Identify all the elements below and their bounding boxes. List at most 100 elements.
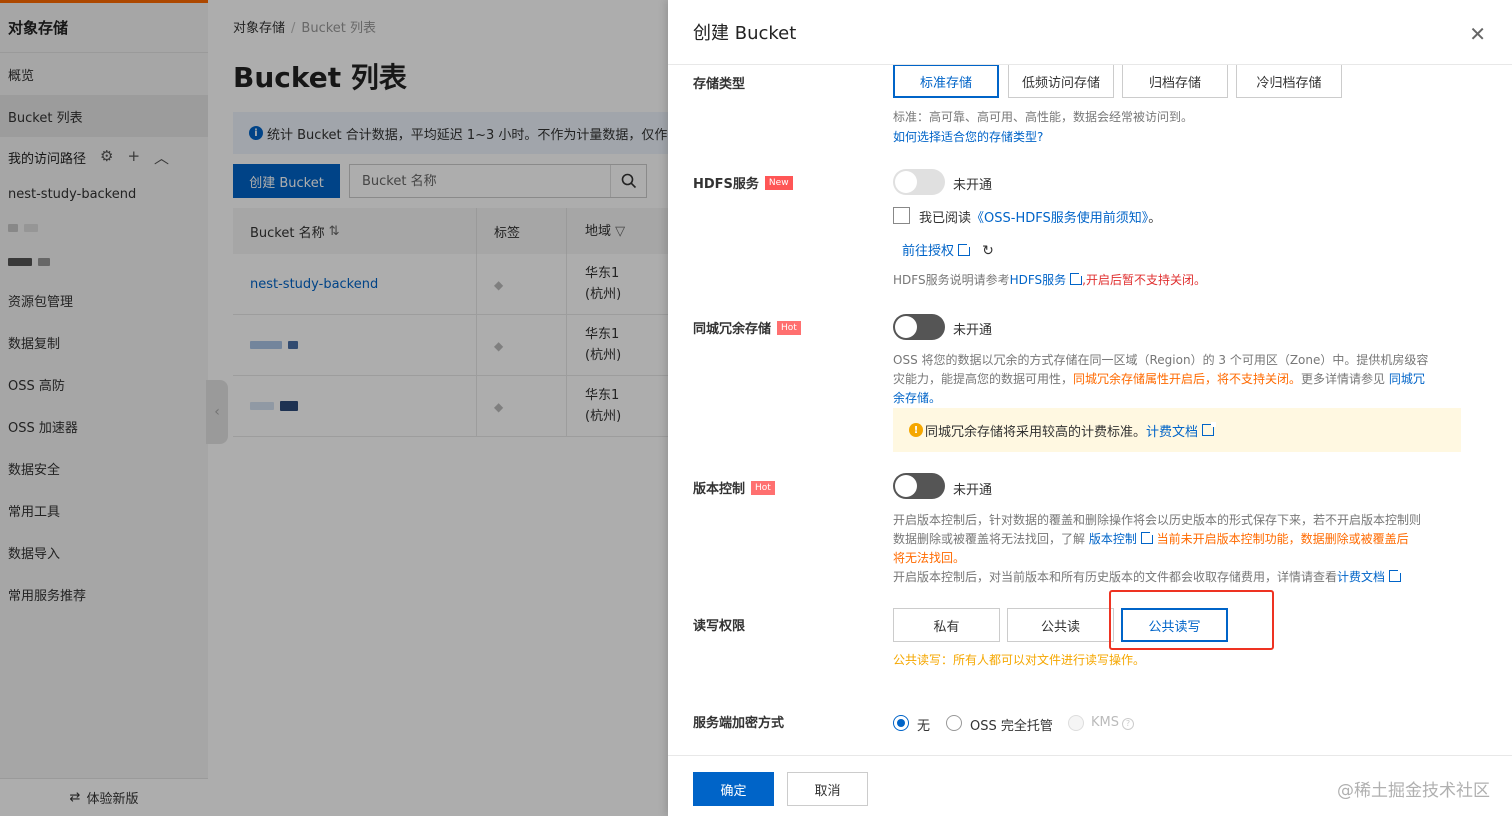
- stats-notice: i 统计 Bucket 合计数据，平均延迟 1~3 小时。不作为计量数据，仅作参: [233, 112, 668, 154]
- encryption-radio-oss-managed-label: OSS 完全托管: [970, 719, 1053, 734]
- bucket-table: Bucket 名称 ⇅ 标签 地域 ▽ nest-study-backend ◆ …: [233, 208, 668, 437]
- close-icon[interactable]: ✕: [1469, 22, 1486, 46]
- acl-option-private[interactable]: 私有: [893, 608, 1000, 642]
- versioning-doc-link[interactable]: 版本控制: [1089, 532, 1137, 546]
- sidebar-item-recommended-services[interactable]: 常用服务推荐: [0, 573, 208, 615]
- confirm-button[interactable]: 确定: [693, 772, 774, 806]
- sidebar-item-overview[interactable]: 概览: [0, 53, 208, 95]
- bucket-name-link[interactable]: [250, 341, 282, 349]
- region-text: 华东1: [585, 388, 620, 403]
- new-badge: New: [764, 175, 793, 190]
- tag-icon[interactable]: ◆: [494, 278, 506, 292]
- redundancy-label: 同城冗余存储 Hot: [693, 318, 801, 337]
- gear-icon[interactable]: ⚙: [100, 147, 113, 168]
- tag-icon[interactable]: ◆: [494, 400, 506, 414]
- toggle-knob: [895, 171, 917, 193]
- hdfs-label-text: HDFS服务: [693, 177, 759, 192]
- bucket-name-link[interactable]: [250, 402, 274, 410]
- hdfs-doc-link[interactable]: HDFS服务: [1010, 273, 1067, 287]
- acl-label: 读写权限: [693, 619, 746, 634]
- sidebar-item-common-tools[interactable]: 常用工具: [0, 489, 208, 531]
- breadcrumb-item[interactable]: 对象存储: [233, 21, 285, 36]
- sort-icon[interactable]: ⇅: [329, 224, 340, 239]
- column-header-region[interactable]: 地域 ▽: [567, 221, 668, 242]
- info-icon: i: [249, 126, 263, 140]
- encryption-radio-none[interactable]: [893, 715, 909, 731]
- warning-icon: !: [909, 423, 923, 437]
- billing-doc-link[interactable]: 计费文档: [1337, 570, 1385, 584]
- sidebar: 对象存储 概览 Bucket 列表 我的访问路径 ⚙ + ︿ nest-stud…: [0, 0, 208, 816]
- watermark: @稀土掘金技术社区: [1337, 781, 1490, 801]
- create-bucket-drawer: 创建 Bucket ✕ 存储类型 标准存储 低频访问存储 归档存储 冷归档存储 …: [668, 0, 1512, 816]
- encryption-radio-none-label: 无: [917, 719, 931, 734]
- app-root: 对象存储 概览 Bucket 列表 我的访问路径 ⚙ + ︿ nest-stud…: [0, 0, 1512, 816]
- billing-doc-link[interactable]: 计费文档: [1146, 421, 1198, 440]
- storage-option-ia[interactable]: 低频访问存储: [1008, 65, 1114, 98]
- bucket-name-link[interactable]: nest-study-backend: [250, 277, 378, 292]
- sidebar-item-data-import[interactable]: 数据导入: [0, 531, 208, 573]
- tag-icon[interactable]: ◆: [494, 339, 506, 353]
- column-header-label: 地域: [585, 223, 612, 239]
- cancel-button[interactable]: 取消: [787, 772, 868, 806]
- external-link-icon[interactable]: [958, 242, 973, 256]
- sidebar-item-resource-pack[interactable]: 资源包管理: [0, 279, 208, 321]
- storage-type-help: 如何选择适合您的存储类型?: [893, 128, 1043, 147]
- encryption-radio-oss-managed[interactable]: [946, 715, 962, 731]
- encryption-radio-kms: [1068, 715, 1084, 731]
- hdfs-agreement-link[interactable]: 《OSS-HDFS服务使用前须知》: [971, 211, 1148, 226]
- storage-option-cold-archive[interactable]: 冷归档存储: [1236, 65, 1342, 98]
- storage-option-archive[interactable]: 归档存储: [1122, 65, 1228, 98]
- help-icon[interactable]: ?: [1122, 718, 1134, 730]
- sidebar-item-data-security[interactable]: 数据安全: [0, 447, 208, 489]
- sidebar-item-data-replication[interactable]: 数据复制: [0, 321, 208, 363]
- authorize-link[interactable]: 前往授权: [902, 244, 954, 259]
- redundancy-doc-link-cont[interactable]: 余存储。: [893, 391, 941, 405]
- chevron-up-icon[interactable]: ︿: [154, 147, 169, 168]
- hdfs-agreement-text: 我已阅读《OSS-HDFS服务使用前须知》。: [919, 207, 1161, 226]
- redundancy-hint: OSS 将您的数据以冗余的方式存储在同一区域（Region）的 3 个可用区（Z…: [893, 351, 1468, 408]
- redundancy-hint-line: 更多详情请参见: [1301, 372, 1389, 386]
- external-link-icon[interactable]: [1202, 422, 1217, 436]
- acl-option-public-read[interactable]: 公共读: [1007, 608, 1114, 642]
- acl-hint: 公共读写：所有人都可以对文件进行读写操作。: [893, 653, 1146, 667]
- external-link-icon[interactable]: [1389, 568, 1404, 582]
- redacted-block: [288, 341, 298, 349]
- breadcrumb: 对象存储 / Bucket 列表: [233, 21, 377, 36]
- create-bucket-button[interactable]: 创建 Bucket: [233, 164, 340, 198]
- redundancy-billing-warning: ! 同城冗余存储将采用较高的计费标准。 计费文档: [893, 408, 1461, 452]
- sidebar-group-label: 我的访问路径: [8, 151, 87, 167]
- storage-option-standard[interactable]: 标准存储: [893, 65, 999, 98]
- external-link-icon[interactable]: [1070, 271, 1085, 285]
- redundancy-toggle[interactable]: [893, 314, 945, 340]
- bucket-search-input[interactable]: [350, 165, 610, 197]
- hdfs-agreement-label: 我已阅读: [919, 211, 972, 226]
- versioning-status: 未开通: [953, 483, 993, 498]
- redundancy-status: 未开通: [953, 323, 993, 338]
- sidebar-item-nest-study-backend[interactable]: nest-study-backend: [0, 177, 208, 211]
- sidebar-item-redacted-1[interactable]: [0, 211, 208, 245]
- hdfs-agreement-checkbox[interactable]: [893, 207, 910, 224]
- search-icon[interactable]: [610, 165, 646, 197]
- stats-notice-text: 统计 Bucket 合计数据，平均延迟 1~3 小时。不作为计量数据，仅作参: [267, 127, 668, 143]
- hdfs-hint: HDFS服务说明请参考HDFS服务 ,开启后暂不支持关闭。: [893, 271, 1206, 290]
- redacted-block: [280, 401, 298, 411]
- filter-icon[interactable]: ▽: [615, 224, 625, 239]
- sidebar-item-redacted-2[interactable]: [0, 245, 208, 279]
- sidebar-item-oss-ddos[interactable]: OSS 高防: [0, 363, 208, 405]
- sidebar-collapse-handle[interactable]: ‹: [206, 380, 228, 444]
- hdfs-toggle[interactable]: [893, 169, 945, 195]
- sidebar-item-bucket-list[interactable]: Bucket 列表: [0, 95, 208, 137]
- redundancy-doc-link[interactable]: 同城冗: [1389, 372, 1425, 386]
- redundancy-label-text: 同城冗余存储: [693, 322, 772, 337]
- drawer-footer: 确定 取消 @稀土掘金技术社区: [668, 755, 1512, 816]
- sidebar-group-access-path[interactable]: 我的访问路径 ⚙ + ︿: [0, 137, 208, 177]
- refresh-icon[interactable]: ↻: [982, 243, 994, 259]
- versioning-toggle[interactable]: [893, 473, 945, 499]
- column-header-name[interactable]: Bucket 名称 ⇅: [233, 208, 477, 254]
- external-link-icon[interactable]: [1140, 530, 1155, 544]
- storage-type-help-link[interactable]: 如何选择适合您的存储类型?: [893, 130, 1043, 144]
- plus-icon[interactable]: +: [127, 147, 140, 168]
- try-new-version-button[interactable]: ⇄ 体验新版: [0, 778, 208, 816]
- sidebar-item-oss-accelerator[interactable]: OSS 加速器: [0, 405, 208, 447]
- toggle-knob: [895, 475, 917, 497]
